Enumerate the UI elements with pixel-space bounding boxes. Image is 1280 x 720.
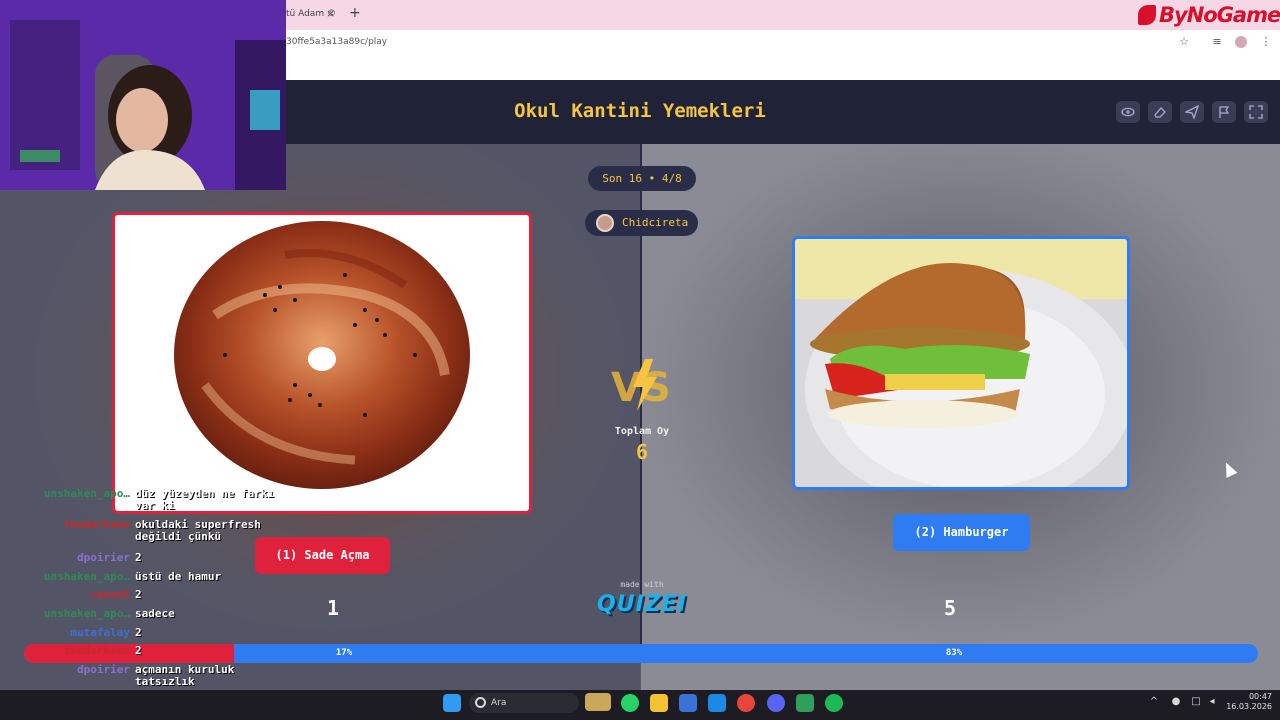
search-icon — [475, 697, 486, 708]
tray-expand-icon[interactable]: ^ — [1148, 696, 1160, 708]
total-votes-value: 6 — [635, 440, 649, 464]
vote-share-right-percent: 83% — [945, 648, 963, 658]
sade-acma-image — [174, 221, 470, 489]
chrome-icon[interactable] — [737, 694, 755, 712]
bookmark-star-icon[interactable]: ☆ — [1176, 34, 1192, 50]
app-icon[interactable] — [796, 694, 814, 712]
chat-text: üstü de hamur — [135, 570, 222, 583]
flag-icon[interactable] — [1212, 101, 1236, 123]
microphone-icon[interactable]: ● — [1170, 696, 1182, 708]
chat-username: thedarkean — [63, 518, 130, 531]
brand-mark-icon — [1138, 5, 1156, 25]
lightning-vs-icon: VS — [611, 359, 671, 411]
fullscreen-icon[interactable] — [1244, 101, 1268, 123]
store-icon[interactable] — [679, 694, 697, 712]
total-votes-label: Toplam Oy — [614, 426, 670, 437]
network-icon[interactable]: □ — [1190, 696, 1202, 708]
chat-username: unshaken_apo… — [43, 570, 130, 583]
url-field[interactable]: 30ffe5a3a13a89c/play — [286, 34, 387, 50]
tab-search-icon[interactable]: ≡ — [1209, 34, 1225, 50]
choice-button-right[interactable]: (2) Hamburger — [893, 514, 1030, 551]
chat-username: canno5 — [90, 588, 130, 601]
stream-chat-overlay: unshaken_apo… düz yüzeyden ne farkı var k… — [0, 487, 330, 708]
option-card-left[interactable] — [112, 212, 532, 514]
webcam-feed-image — [0, 0, 286, 190]
hamburger-image — [795, 239, 1127, 487]
clock-date: 16.03.2026 — [1226, 702, 1272, 711]
discord-icon[interactable] — [767, 694, 785, 712]
chat-text: düz yüzeyden ne farkı var ki — [135, 487, 275, 512]
chat-username: dpoirier — [77, 663, 130, 676]
chat-text: 2 — [135, 588, 142, 601]
chat-text: okuldaki superfresh değildi çünkü — [135, 518, 261, 543]
round-indicator: Son 16 • 4/8 — [588, 166, 696, 191]
volume-icon[interactable]: ◂ — [1206, 696, 1218, 708]
chat-username: thedarkean — [63, 644, 130, 657]
versus-emblem: VS — [607, 355, 677, 415]
browser-menu-icon[interactable]: ⋮ — [1258, 34, 1274, 50]
new-tab-button[interactable]: + — [349, 3, 363, 23]
windows-taskbar — [0, 690, 1280, 720]
send-icon[interactable] — [1180, 101, 1204, 123]
chat-username: dpoirier — [77, 551, 130, 564]
chat-text: 2 — [135, 626, 142, 639]
file-explorer-icon[interactable] — [650, 694, 668, 712]
spotify-icon[interactable] — [825, 694, 843, 712]
profile-avatar[interactable] — [1235, 36, 1247, 48]
quizei-logo: QUIZEI — [597, 592, 687, 617]
chat-username: unshaken_apo… — [43, 487, 130, 500]
chat-text: sadece — [135, 607, 175, 620]
clock-time: 00:47 — [1248, 692, 1272, 701]
chat-text: 2 — [135, 644, 142, 657]
eraser-icon[interactable] — [1148, 101, 1172, 123]
chat-username: unshaken_apo… — [43, 607, 130, 620]
made-with-label: made with — [620, 580, 664, 589]
mail-icon[interactable] — [708, 694, 726, 712]
taskbar-clock[interactable]: 00:47 16.03.2026 — [1222, 692, 1272, 712]
chat-text: 2 — [135, 551, 142, 564]
vote-count-right: 5 — [943, 596, 957, 620]
brand-text: ByNoGame — [1159, 3, 1280, 27]
chat-text: açmanın kuruluk tatsızlık — [135, 663, 235, 688]
widgets-icon[interactable] — [585, 693, 611, 711]
player-avatar — [596, 214, 614, 232]
option-card-right[interactable] — [792, 236, 1130, 490]
streamer-brand-logo: ByNoGame — [1138, 3, 1280, 29]
whatsapp-icon[interactable] — [621, 694, 639, 712]
chat-username: mutafalay — [70, 626, 130, 639]
streamer-webcam — [0, 0, 286, 190]
tab-close-icon[interactable]: × — [326, 4, 338, 24]
windows-start-icon[interactable] — [443, 694, 461, 712]
eye-icon[interactable] — [1116, 101, 1140, 123]
